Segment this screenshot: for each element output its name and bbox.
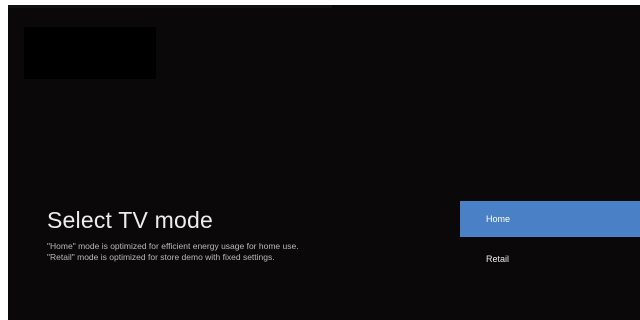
page-title: Select TV mode bbox=[47, 207, 214, 233]
mode-option-retail[interactable]: Retail bbox=[460, 241, 640, 277]
mode-description: "Home" mode is optimized for efficient e… bbox=[47, 241, 299, 263]
mode-option-home[interactable]: Home bbox=[460, 201, 640, 237]
tv-screen: Select TV mode "Home" mode is optimized … bbox=[8, 5, 640, 320]
description-line-retail: "Retail" mode is optimized for store dem… bbox=[47, 252, 275, 262]
mode-list: Home Retail bbox=[460, 201, 640, 281]
description-line-home: "Home" mode is optimized for efficient e… bbox=[47, 241, 299, 251]
logo-area bbox=[24, 27, 156, 79]
top-strip bbox=[8, 5, 332, 8]
